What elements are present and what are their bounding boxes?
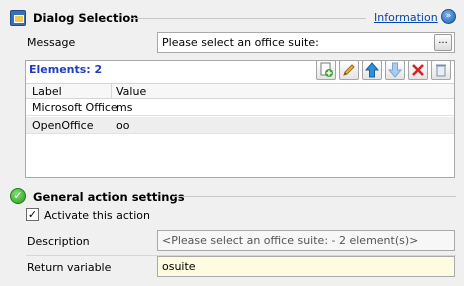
activate-action-checkbox[interactable]: ✓ bbox=[26, 208, 39, 221]
description-field[interactable]: <Please select an office suite: - 2 elem… bbox=[157, 230, 455, 251]
add-item-button[interactable] bbox=[316, 60, 336, 80]
activate-action-label[interactable]: Activate this action bbox=[44, 209, 150, 222]
section-title-dialog-selection: Dialog Selection bbox=[33, 11, 139, 25]
trash-icon bbox=[436, 64, 446, 77]
return-variable-label: Return variable bbox=[27, 261, 112, 274]
collapse-icon[interactable]: » bbox=[441, 9, 456, 24]
row-label-cell: OpenOffice bbox=[32, 119, 94, 132]
move-up-button[interactable] bbox=[362, 60, 382, 80]
column-header-value[interactable]: Value bbox=[116, 85, 146, 98]
arrow-up-icon bbox=[364, 62, 380, 78]
clear-list-button[interactable] bbox=[431, 60, 451, 80]
description-label: Description bbox=[27, 235, 90, 248]
return-variable-field[interactable]: osuite bbox=[157, 256, 455, 277]
information-link[interactable]: Information bbox=[374, 11, 438, 24]
elements-grid-header bbox=[26, 83, 454, 99]
message-label: Message bbox=[27, 36, 76, 49]
arrow-down-icon bbox=[387, 62, 403, 78]
edit-item-button[interactable] bbox=[339, 60, 359, 80]
section-title-general-action-settings: General action settings bbox=[33, 190, 185, 204]
column-header-label[interactable]: Label bbox=[32, 85, 62, 98]
delete-item-button[interactable] bbox=[408, 60, 428, 80]
move-down-button[interactable] bbox=[385, 60, 405, 80]
column-separator bbox=[111, 84, 112, 99]
delete-x-icon bbox=[412, 64, 424, 76]
check-circle-icon: ✓ bbox=[10, 188, 26, 204]
section-divider bbox=[130, 18, 366, 19]
add-item-icon bbox=[320, 62, 333, 77]
section-divider bbox=[172, 196, 456, 197]
pencil-icon bbox=[343, 64, 355, 76]
message-field[interactable]: Please select an office suite: bbox=[157, 32, 455, 53]
message-browse-button[interactable]: ... bbox=[434, 34, 452, 51]
row-value-cell: oo bbox=[116, 119, 130, 132]
row-label-cell: Microsoft Office bbox=[32, 101, 118, 114]
dialog-selection-icon bbox=[10, 10, 26, 26]
elements-count-title: Elements: 2 bbox=[29, 63, 103, 76]
row-value-cell: ms bbox=[116, 101, 133, 114]
